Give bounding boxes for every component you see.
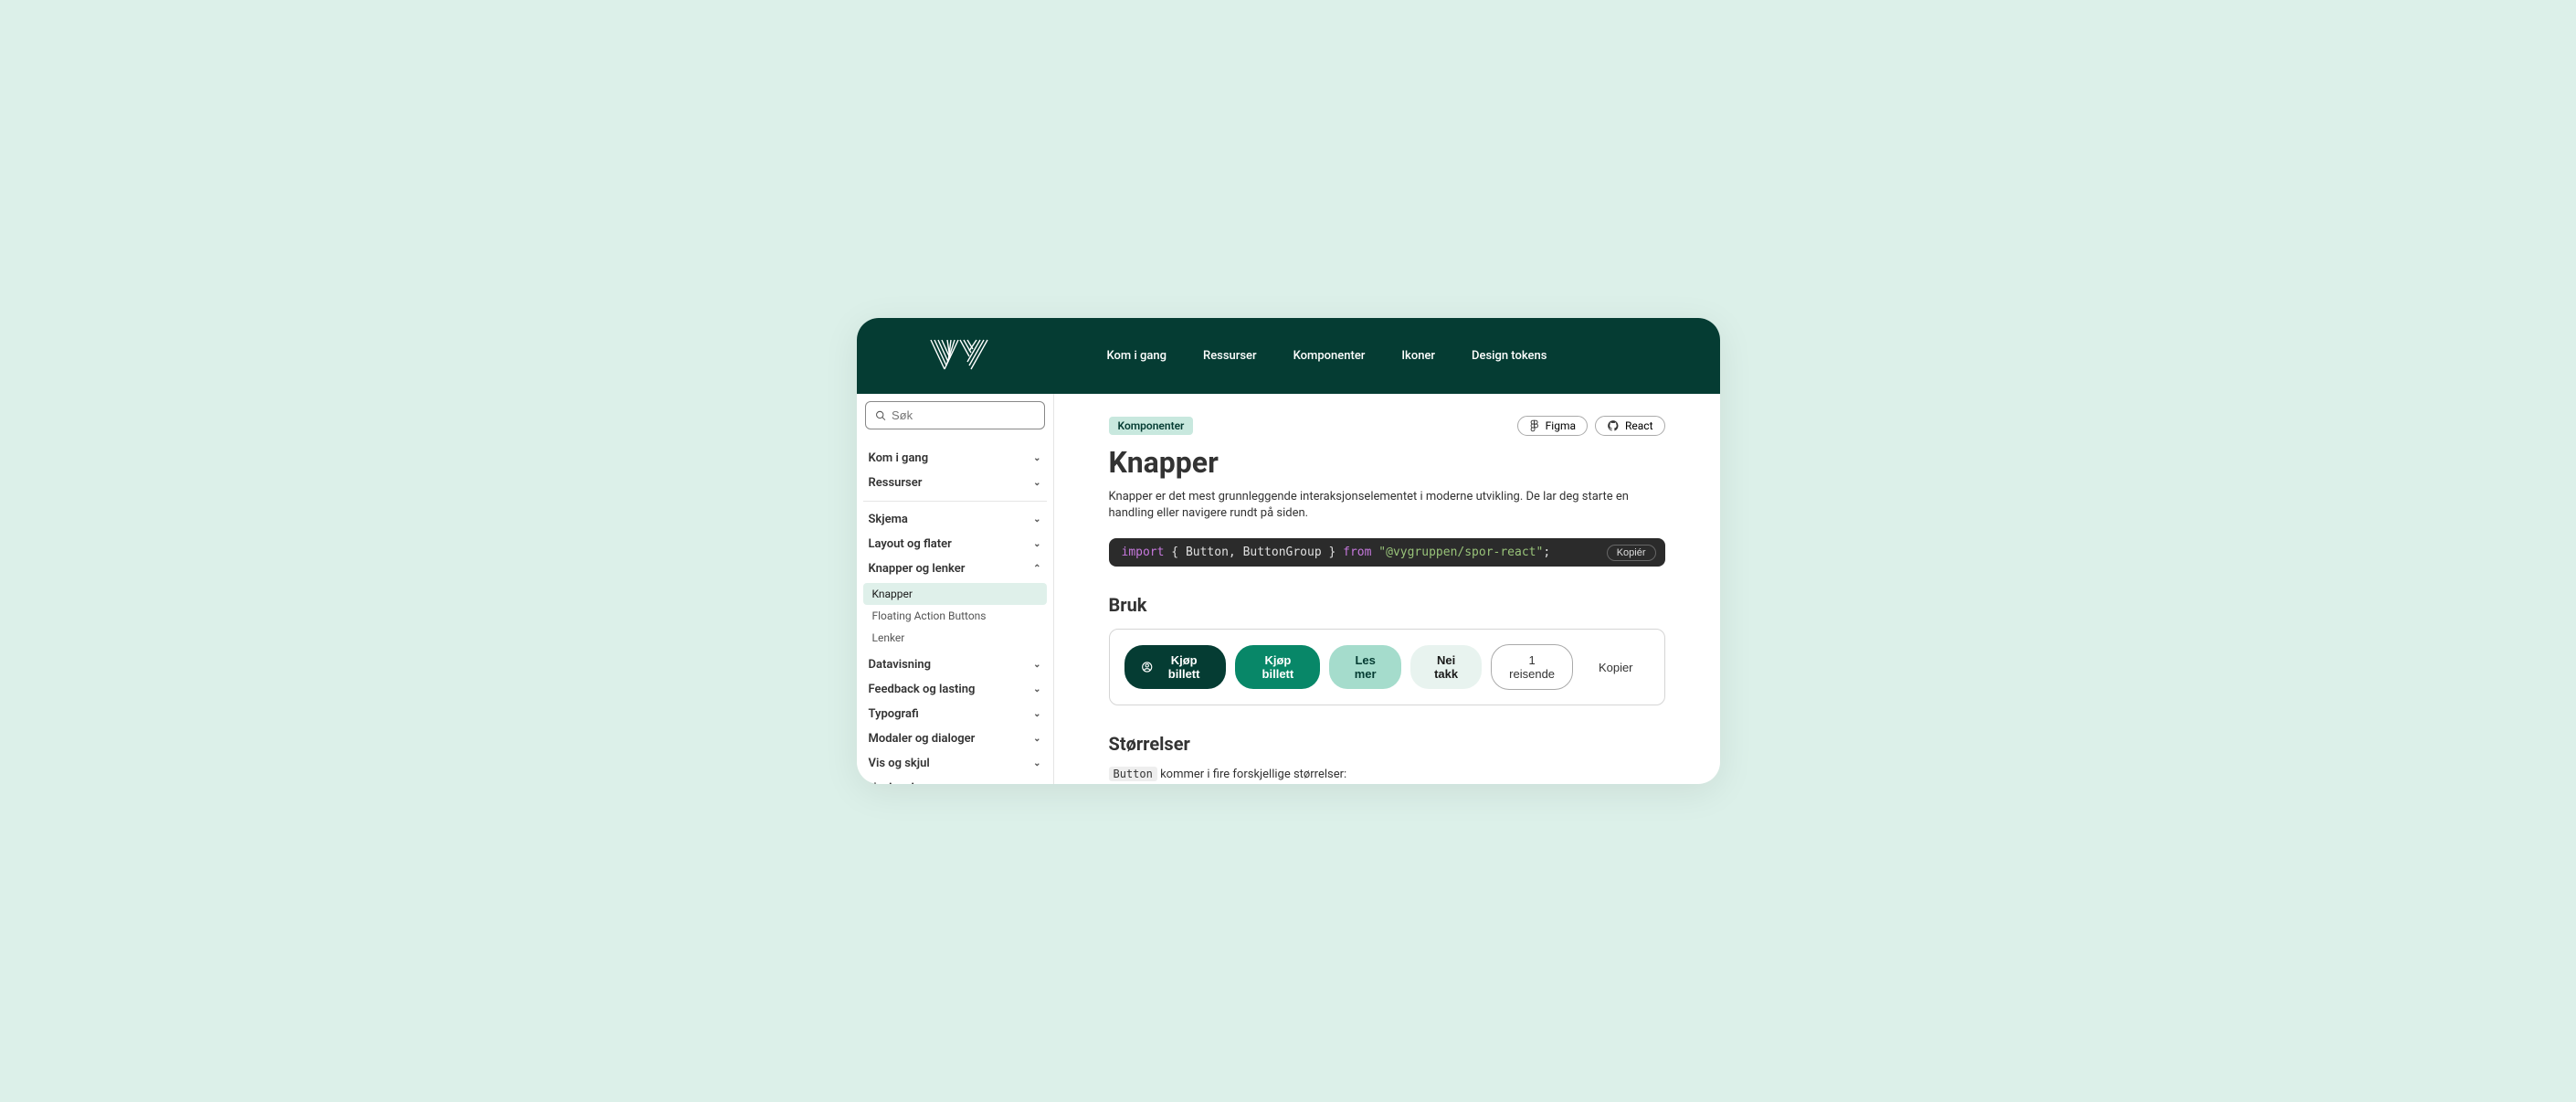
category-badge: Komponenter bbox=[1109, 417, 1194, 435]
main-nav: Kom i gang Ressurser Komponenter Ikoner … bbox=[1107, 349, 1547, 363]
chevron-down-icon: ⌄ bbox=[1033, 514, 1040, 525]
sidebar-group-ressurser[interactable]: Ressurser ⌄ bbox=[863, 471, 1047, 495]
react-link[interactable]: React bbox=[1595, 416, 1665, 436]
search-input-wrapper[interactable] bbox=[865, 401, 1045, 429]
nav-ikoner[interactable]: Ikoner bbox=[1401, 349, 1435, 363]
sidebar-group-knapper-lenker[interactable]: Knapper og lenker ⌃ bbox=[863, 556, 1047, 581]
sidebar-label: Feedback og lasting bbox=[869, 683, 976, 696]
chevron-down-icon: ⌄ bbox=[1033, 734, 1040, 744]
sidebar-item-fab[interactable]: Floating Action Buttons bbox=[863, 605, 1047, 627]
nav-design-tokens[interactable]: Design tokens bbox=[1472, 349, 1547, 363]
sidebar-item-knapper[interactable]: Knapper bbox=[863, 583, 1047, 605]
chevron-down-icon: ⌄ bbox=[1033, 478, 1040, 488]
app-window: Kom i gang Ressurser Komponenter Ikoner … bbox=[857, 318, 1720, 784]
react-label: React bbox=[1625, 419, 1653, 432]
chevron-down-icon: ⌄ bbox=[1033, 660, 1040, 670]
secondary-button[interactable]: Les mer bbox=[1329, 645, 1400, 689]
sidebar-label: Knapper og lenker bbox=[869, 562, 966, 576]
chevron-down-icon: ⌄ bbox=[1033, 783, 1040, 784]
button-label: Kjøp billett bbox=[1158, 653, 1209, 681]
section-sizes-heading: Størrelser bbox=[1109, 733, 1665, 755]
chevron-down-icon: ⌄ bbox=[1033, 453, 1040, 463]
sidebar-group-typografi[interactable]: Typografi ⌄ bbox=[863, 702, 1047, 726]
chevron-down-icon: ⌄ bbox=[1033, 539, 1040, 549]
sidebar-group-datavisning[interactable]: Datavisning ⌄ bbox=[863, 652, 1047, 677]
nav-komponenter[interactable]: Komponenter bbox=[1293, 349, 1366, 363]
content: Kom i gang ⌄ Ressurser ⌄ Skjema ⌄ Layout… bbox=[857, 394, 1720, 784]
sidebar-label: Layout og flater bbox=[869, 537, 952, 551]
external-links: Figma React bbox=[1517, 416, 1665, 436]
sidebar: Kom i gang ⌄ Ressurser ⌄ Skjema ⌄ Layout… bbox=[857, 394, 1054, 784]
sidebar-group-feedback[interactable]: Feedback og lasting ⌄ bbox=[863, 677, 1047, 702]
chevron-up-icon: ⌃ bbox=[1033, 564, 1040, 574]
main-top-row: Komponenter Figma bbox=[1109, 416, 1665, 436]
chevron-down-icon: ⌄ bbox=[1033, 684, 1040, 694]
figma-label: Figma bbox=[1546, 419, 1576, 432]
sidebar-label: Datavisning bbox=[869, 658, 932, 672]
vy-logo-icon bbox=[930, 338, 988, 371]
primary-icon-button[interactable]: Kjøp billett bbox=[1124, 645, 1227, 689]
figma-link[interactable]: Figma bbox=[1517, 416, 1588, 436]
sidebar-label: Vis og skjul bbox=[869, 757, 930, 770]
nav-ressurser[interactable]: Ressurser bbox=[1203, 349, 1257, 363]
sidebar-group-layout[interactable]: Layout og flater ⌄ bbox=[863, 532, 1047, 556]
main-content: Komponenter Figma bbox=[1054, 394, 1720, 784]
logo[interactable] bbox=[930, 338, 988, 375]
github-icon bbox=[1607, 419, 1620, 432]
code-keyword-import: import bbox=[1122, 546, 1165, 559]
sidebar-group-skjema[interactable]: Skjema ⌄ bbox=[863, 507, 1047, 532]
sidebar-group-kom-i-gang[interactable]: Kom i gang ⌄ bbox=[863, 446, 1047, 471]
sidebar-group-vis-skjul[interactable]: Vis og skjul ⌄ bbox=[863, 751, 1047, 776]
search-input[interactable] bbox=[892, 408, 1034, 422]
primary-button[interactable]: Kjøp billett bbox=[1235, 645, 1320, 689]
outline-button[interactable]: 1 reisende bbox=[1491, 644, 1573, 690]
chevron-down-icon: ⌄ bbox=[1033, 758, 1040, 768]
figma-icon bbox=[1529, 419, 1540, 432]
search-icon bbox=[875, 409, 887, 422]
sizes-description: Button kommer i fire forskjellige større… bbox=[1109, 768, 1665, 781]
sidebar-label: Modaler og dialoger bbox=[869, 732, 976, 746]
tertiary-button[interactable]: Nei takk bbox=[1410, 645, 1482, 689]
nav-kom-i-gang[interactable]: Kom i gang bbox=[1107, 349, 1167, 363]
sidebar-label: Navigasjon bbox=[869, 781, 928, 784]
sidebar-item-lenker[interactable]: Lenker bbox=[863, 627, 1047, 649]
header: Kom i gang Ressurser Komponenter Ikoner … bbox=[857, 318, 1720, 394]
copy-code-button[interactable]: Kopiér bbox=[1607, 545, 1656, 561]
inline-code-button: Button bbox=[1109, 767, 1157, 781]
code-string-package: "@vygruppen/spor-react" bbox=[1378, 546, 1543, 559]
page-description: Knapper er det mest grunnleggende intera… bbox=[1109, 489, 1665, 522]
sidebar-label: Kom i gang bbox=[869, 451, 929, 465]
ghost-button[interactable]: Kopier bbox=[1582, 652, 1650, 683]
sidebar-label: Ressurser bbox=[869, 476, 923, 490]
ticket-icon bbox=[1141, 660, 1153, 674]
code-keyword-from: from bbox=[1343, 546, 1371, 559]
sidebar-group-navigasjon[interactable]: Navigasjon ⌄ bbox=[863, 776, 1047, 784]
sidebar-group-modaler[interactable]: Modaler og dialoger ⌄ bbox=[863, 726, 1047, 751]
sidebar-label: Skjema bbox=[869, 513, 908, 526]
page-title: Knapper bbox=[1109, 445, 1665, 480]
import-code-block: import { Button, ButtonGroup } from "@vy… bbox=[1109, 538, 1665, 567]
chevron-down-icon: ⌄ bbox=[1033, 709, 1040, 719]
usage-demo-box: Kjøp billett Kjøp billett Les mer Nei ta… bbox=[1109, 629, 1665, 705]
sidebar-subitems: Knapper Floating Action Buttons Lenker bbox=[863, 583, 1047, 649]
sidebar-divider bbox=[863, 501, 1047, 502]
sidebar-label: Typografi bbox=[869, 707, 919, 721]
section-usage-heading: Bruk bbox=[1109, 594, 1665, 616]
